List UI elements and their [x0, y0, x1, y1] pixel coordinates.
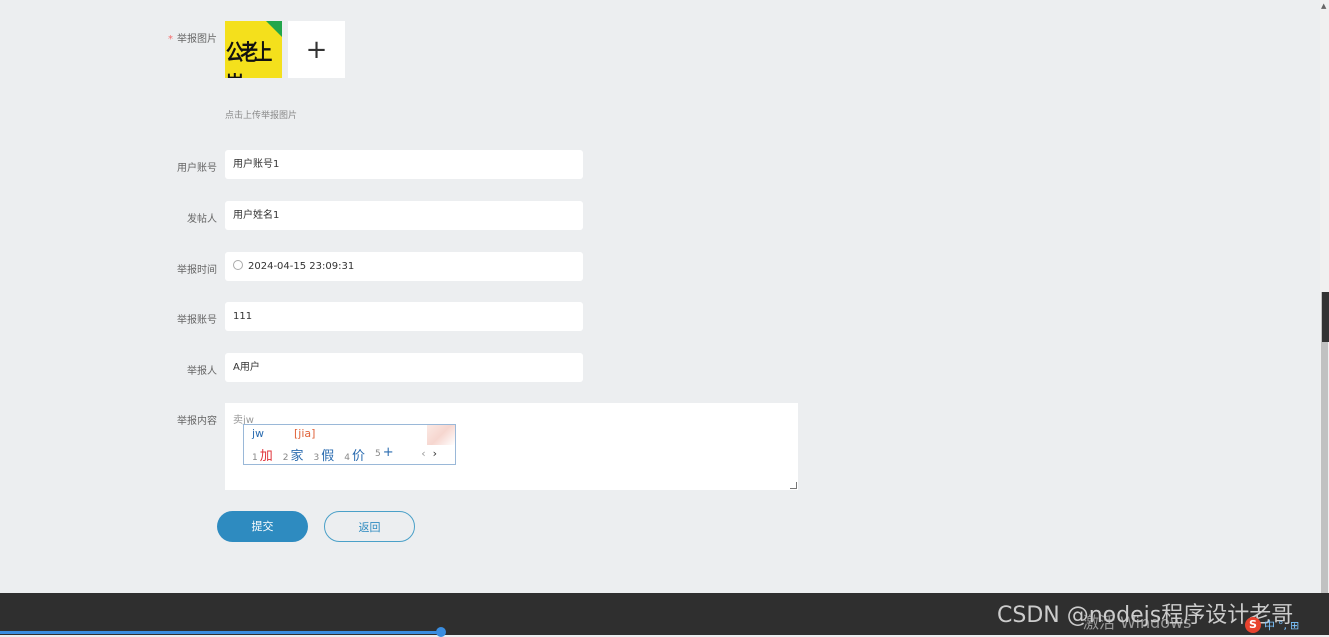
report-image-label-text: 举报图片	[177, 34, 217, 45]
ime-candidate[interactable]: 5 +	[375, 445, 394, 464]
scrollbar-thumb-highlight	[1322, 292, 1329, 342]
ime-candidate-text: +	[382, 445, 394, 460]
ime-candidates: 1加 2家 3假 4价 5 +	[252, 445, 394, 464]
chevron-left-icon[interactable]: ‹	[421, 447, 425, 460]
submit-button[interactable]: 提交	[217, 511, 308, 542]
ime-candidate-text: 家	[290, 449, 304, 464]
system-tray: S 中 °, ⊞	[1245, 617, 1299, 633]
upload-hint: 点击上传举报图片	[225, 111, 298, 121]
ime-candidate-num: 3	[313, 453, 320, 463]
ime-page-arrows: ‹ ›	[421, 447, 437, 460]
ime-candidate-popup: jw [jia] 1加 2家 3假 4价 5 + ‹ ›	[243, 424, 456, 465]
resize-grip-icon[interactable]	[790, 482, 797, 489]
required-mark: *	[168, 34, 173, 45]
page-scrollbar[interactable]: ▲	[1320, 0, 1329, 593]
upload-image-button[interactable]: +	[288, 21, 345, 78]
plus-icon: +	[305, 34, 328, 65]
ime-skin-decoration	[427, 425, 455, 445]
ime-candidate-text: 价	[351, 449, 365, 464]
reported-account-label: 举报账号	[177, 315, 217, 326]
sogou-ime-icon[interactable]: S	[1245, 617, 1261, 633]
scroll-up-arrow-icon[interactable]: ▲	[1321, 2, 1326, 10]
report-image-label: * 举报图片	[168, 30, 217, 45]
report-time-picker[interactable]: 2024-04-15 23:09:31	[225, 252, 583, 281]
thumbnail-logo-text: 公老上岸	[226, 41, 272, 78]
user-account-label: 用户账号	[177, 163, 217, 174]
ime-language-indicator[interactable]: 中	[1264, 617, 1275, 633]
uploaded-image-thumbnail[interactable]: 公老上岸	[225, 21, 282, 78]
report-time-label: 举报时间	[177, 265, 217, 276]
reporter-label: 举报人	[187, 366, 217, 377]
video-progress-bar[interactable]	[0, 631, 441, 634]
user-account-input[interactable]: 用户账号1	[225, 150, 583, 179]
video-progress-handle[interactable]	[436, 627, 446, 637]
reporter-input[interactable]: A用户	[225, 353, 583, 382]
ime-candidate-num: 5	[375, 449, 381, 459]
report-time-value: 2024-04-15 23:09:31	[248, 261, 355, 272]
back-button[interactable]: 返回	[324, 511, 415, 542]
ime-candidate-num: 1	[252, 453, 258, 463]
ime-punctuation-icon[interactable]: °,	[1278, 619, 1287, 632]
clock-icon	[233, 260, 243, 270]
poster-input[interactable]: 用户姓名1	[225, 201, 583, 230]
ime-input-text: jw	[252, 427, 265, 440]
ime-candidate-num: 4	[344, 453, 350, 463]
ime-candidate[interactable]: 1加	[252, 445, 273, 464]
ime-pinyin: [jia]	[294, 427, 316, 440]
ime-candidate[interactable]: 2家	[283, 445, 304, 464]
ime-candidate[interactable]: 4价	[344, 445, 365, 464]
ime-candidate-text: 加	[259, 449, 273, 464]
ime-candidate-text: 假	[321, 449, 335, 464]
poster-label: 发帖人	[187, 214, 217, 225]
report-content-label: 举报内容	[177, 416, 217, 427]
chevron-right-icon[interactable]: ›	[433, 447, 437, 460]
ime-candidate-num: 2	[282, 453, 289, 463]
ime-candidate[interactable]: 3假	[314, 445, 335, 464]
ime-toolbox-icon[interactable]: ⊞	[1290, 619, 1299, 632]
reported-account-input[interactable]: 111	[225, 302, 583, 331]
